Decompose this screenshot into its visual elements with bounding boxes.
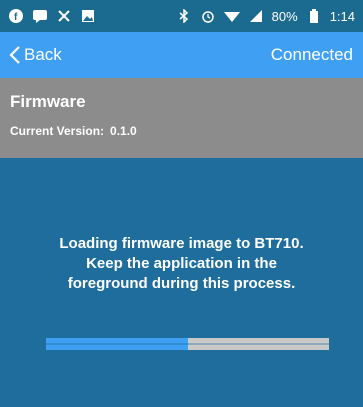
status-time: 1:14: [329, 8, 355, 24]
alarm-icon: [200, 8, 216, 24]
facebook-icon: f: [8, 8, 24, 24]
bluetooth-icon: [176, 8, 192, 24]
signal-icon: [248, 8, 264, 24]
tools-icon: [56, 8, 72, 24]
wifi-icon: [223, 8, 240, 24]
loading-message: Loading firmware image to BT710. Keep th…: [20, 234, 343, 294]
progress-bar: [46, 338, 329, 350]
main-content: Loading firmware image to BT710. Keep th…: [0, 158, 363, 407]
battery-icon: [306, 8, 322, 24]
chevron-left-icon: [8, 45, 22, 65]
image-icon: [80, 8, 96, 24]
status-bar-right: 80% 1:14: [176, 8, 355, 24]
firmware-header: Firmware Current Version: 0.1.0: [0, 78, 363, 158]
status-bar: f 80% 1:14: [0, 0, 363, 32]
connection-status: Connected: [270, 45, 353, 64]
page-title: Firmware: [10, 92, 86, 111]
message-icon: [32, 8, 48, 24]
message-line-1: Loading firmware image to BT710.: [59, 235, 304, 252]
message-line-2: Keep the application in the: [86, 255, 277, 272]
message-line-3: foreground during this process.: [67, 275, 296, 292]
version-label: Current Version:: [10, 124, 105, 138]
back-label: Back: [24, 45, 62, 64]
nav-bar: Back Connected: [0, 32, 363, 78]
current-version: Current Version: 0.1.0: [10, 124, 353, 138]
progress-divider: [46, 343, 329, 345]
battery-percent: 80%: [271, 8, 298, 24]
back-button[interactable]: Back: [8, 45, 62, 65]
version-value: 0.1.0: [110, 124, 137, 138]
status-bar-left: f: [8, 8, 96, 24]
